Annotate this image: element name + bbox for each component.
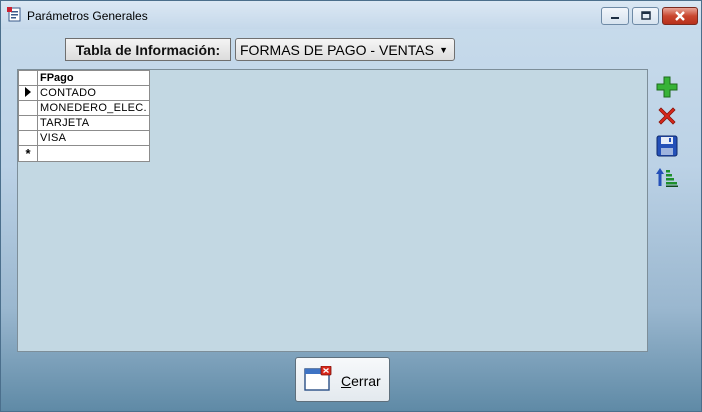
floppy-disk-icon[interactable] bbox=[655, 134, 679, 158]
minimize-icon bbox=[611, 17, 619, 19]
row-selector[interactable] bbox=[18, 130, 38, 146]
table-select[interactable]: FORMAS DE PAGO - VENTAS ▼ bbox=[235, 38, 455, 61]
window-title: Parámetros Generales bbox=[27, 9, 148, 23]
plus-icon[interactable] bbox=[655, 75, 679, 99]
data-grid[interactable]: FPago CONTADO MONEDERO_ELEC. TARJETA VIS… bbox=[17, 69, 648, 352]
row-selector[interactable] bbox=[18, 115, 38, 131]
row-selector[interactable] bbox=[18, 100, 38, 116]
current-row-icon bbox=[25, 86, 31, 97]
title-bar[interactable]: Parámetros Generales bbox=[1, 1, 701, 29]
table-row[interactable]: VISA bbox=[18, 130, 150, 146]
table-row[interactable]: CONTADO bbox=[18, 85, 150, 101]
maximize-button[interactable] bbox=[632, 7, 659, 25]
cerrar-label: Cerrar bbox=[341, 373, 381, 389]
sort-icon[interactable] bbox=[655, 165, 679, 189]
close-window-button[interactable] bbox=[662, 7, 698, 25]
grid-cell[interactable]: CONTADO bbox=[37, 85, 150, 101]
table-label: Tabla de Información: bbox=[65, 38, 231, 61]
grid-cell[interactable]: TARJETA bbox=[37, 115, 150, 131]
grid-corner bbox=[18, 70, 38, 86]
chevron-down-icon: ▼ bbox=[439, 45, 448, 55]
row-selector[interactable] bbox=[18, 85, 38, 101]
window: Parámetros Generales Tabla de Informació… bbox=[0, 0, 702, 412]
app-icon bbox=[7, 7, 21, 22]
x-icon[interactable] bbox=[655, 104, 679, 128]
new-row[interactable]: * bbox=[18, 145, 150, 162]
table-row[interactable]: MONEDERO_ELEC. bbox=[18, 100, 150, 116]
grid-cell[interactable]: VISA bbox=[37, 130, 150, 146]
grid-table: FPago CONTADO MONEDERO_ELEC. TARJETA VIS… bbox=[18, 70, 150, 162]
grid-cell-new[interactable] bbox=[37, 145, 150, 162]
maximize-icon bbox=[640, 11, 651, 20]
new-row-marker: * bbox=[18, 145, 38, 162]
close-icon bbox=[675, 11, 685, 21]
column-header-fpago[interactable]: FPago bbox=[37, 70, 150, 86]
table-row[interactable]: TARJETA bbox=[18, 115, 150, 131]
close-window-icon bbox=[304, 366, 332, 391]
minimize-button[interactable] bbox=[601, 7, 629, 25]
grid-cell[interactable]: MONEDERO_ELEC. bbox=[37, 100, 150, 116]
table-select-value: FORMAS DE PAGO - VENTAS bbox=[240, 42, 434, 58]
cerrar-button[interactable]: Cerrar bbox=[295, 357, 390, 402]
